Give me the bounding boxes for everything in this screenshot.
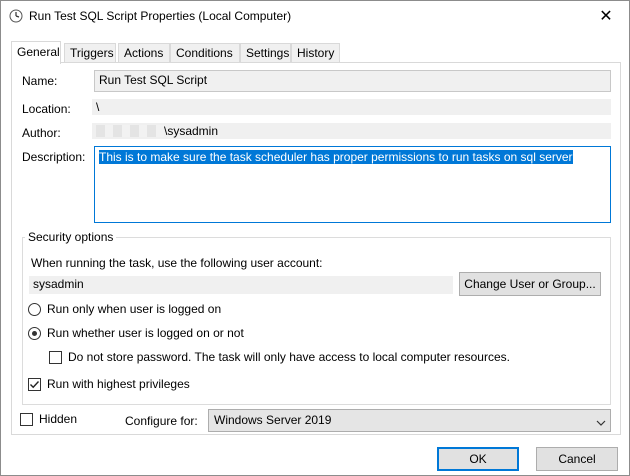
author-label: Author: <box>22 126 61 140</box>
hidden-checkbox[interactable] <box>20 413 33 426</box>
tab-general[interactable]: General <box>11 41 61 64</box>
author-value: \sysadmin <box>164 124 219 138</box>
tab-triggers[interactable]: Triggers <box>64 43 116 63</box>
radio-whether-logged-on[interactable] <box>28 327 41 340</box>
clock-icon <box>9 9 23 23</box>
hidden-label[interactable]: Hidden <box>39 412 77 426</box>
chevron-down-icon <box>596 415 606 432</box>
close-button[interactable]: ✕ <box>583 1 629 31</box>
configure-for-value: Windows Server 2019 <box>214 413 332 427</box>
highest-privileges-checkbox[interactable] <box>28 378 41 391</box>
tab-actions[interactable]: Actions <box>118 43 170 63</box>
location-label: Location: <box>22 102 71 116</box>
configure-for-label: Configure for: <box>125 414 198 428</box>
radio-logged-on[interactable] <box>28 303 41 316</box>
change-user-button[interactable]: Change User or Group... <box>459 272 601 296</box>
title-bar: Run Test SQL Script Properties (Local Co… <box>1 1 629 31</box>
account-prompt: When running the task, use the following… <box>31 256 323 270</box>
tab-conditions[interactable]: Conditions <box>170 43 240 63</box>
name-label: Name: <box>22 74 58 88</box>
radio-logged-on-label[interactable]: Run only when user is logged on <box>47 302 221 316</box>
location-value: \ <box>92 99 611 115</box>
user-account-value: sysadmin <box>29 276 453 294</box>
redacted-domain <box>96 125 164 137</box>
no-store-password-label[interactable]: Do not store password. The task will onl… <box>68 350 510 364</box>
no-store-password-checkbox[interactable] <box>49 351 62 364</box>
radio-selected-dot <box>32 331 37 336</box>
ok-button[interactable]: OK <box>437 447 519 471</box>
cancel-button[interactable]: Cancel <box>536 447 618 471</box>
highest-privileges-label[interactable]: Run with highest privileges <box>47 377 190 391</box>
tab-history[interactable]: History <box>291 43 340 63</box>
description-text: This is to make sure the task scheduler … <box>99 150 573 164</box>
radio-whether-label[interactable]: Run whether user is logged on or not <box>47 326 244 340</box>
security-options-title: Security options <box>25 230 117 244</box>
window-title: Run Test SQL Script Properties (Local Co… <box>29 9 292 23</box>
name-field[interactable]: Run Test SQL Script <box>94 70 611 92</box>
tab-settings[interactable]: Settings <box>240 43 291 63</box>
author-field: \sysadmin <box>92 123 611 139</box>
close-icon: ✕ <box>599 8 613 25</box>
properties-dialog: Run Test SQL Script Properties (Local Co… <box>0 0 630 476</box>
description-label: Description: <box>22 150 86 164</box>
description-textarea[interactable]: This is to make sure the task scheduler … <box>94 146 611 223</box>
checkmark-icon <box>30 381 40 389</box>
configure-for-dropdown[interactable]: Windows Server 2019 <box>208 409 611 432</box>
